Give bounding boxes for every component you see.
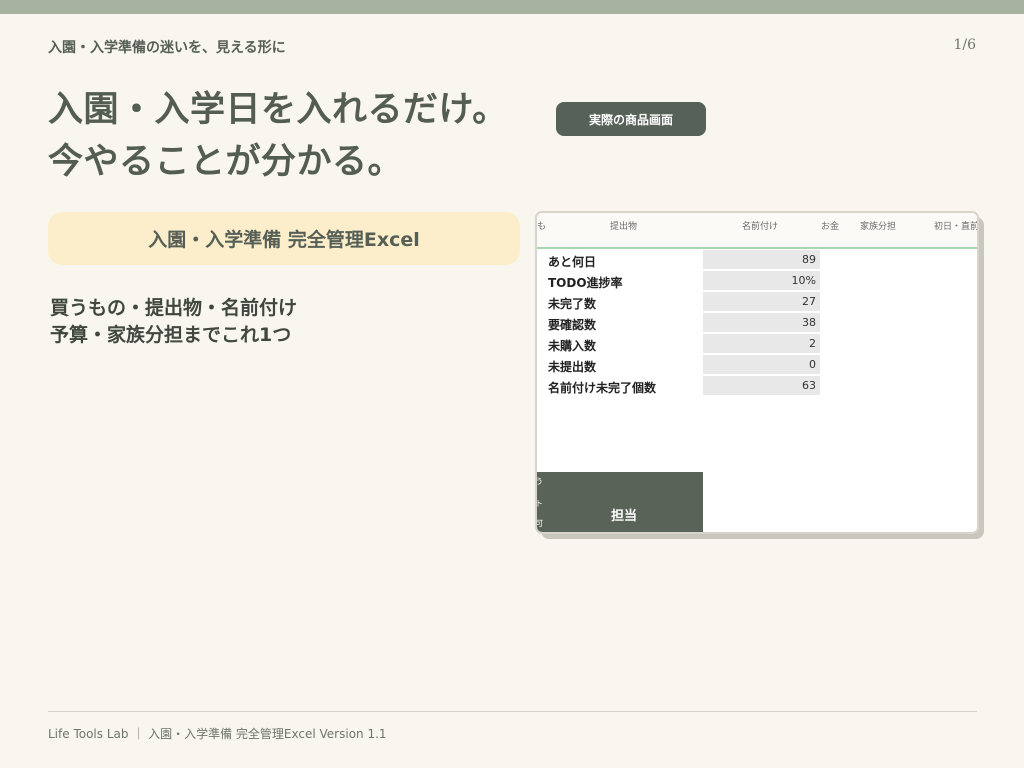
kpi-value: 89 [703,250,820,270]
side-char: う [535,477,543,486]
side-char: ト [535,499,543,508]
kpi-value: 63 [703,376,820,396]
sheet-column-header: 提出物 [610,222,638,232]
sheet-header-row: も 提出物 名前付け お金 家族分担 初日・直前 [537,213,977,249]
top-accent-band [0,0,1024,14]
kpi-label: 未提出数 [548,360,597,374]
sheet-column-header: お金 [821,222,840,232]
kpi-label: 名前付け未完了個数 [548,381,657,395]
side-strip: う ト 可 [537,472,545,532]
sheet-column-header: 家族分担 [860,222,897,232]
product-name-pill: 入園・入学準備 完全管理Excel [48,212,520,265]
kpi-value: 27 [703,292,820,312]
kpi-value: 38 [703,313,820,333]
assignee-label: 担当 [610,509,637,524]
assignee-header-cell: 担当 [545,472,703,532]
side-char: 可 [535,519,543,528]
kpi-label: TODO進捗率 [548,276,623,290]
description-line-1: 買うもの・提出物・名前付け [50,297,298,319]
sheet-column-header: 名前付け [742,222,779,232]
sheet-column-header: も [537,222,547,232]
kpi-label: あと何日 [548,255,597,269]
footer-text: Life Tools Lab ｜ 入園・入学準備 完全管理Excel Versi… [48,727,387,741]
actual-screen-badge: 実際の商品画面 [556,102,706,136]
footer-divider [48,711,977,712]
description: 買うもの・提出物・名前付け 予算・家族分担までこれ1つ [50,295,297,349]
headline-line-1: 入園・入学日を入れるだけ。 [48,90,508,130]
kpi-label: 未完了数 [548,297,597,311]
kpi-value: 10% [703,271,820,291]
kpi-value: 0 [703,355,820,375]
eyebrow-title: 入園・入学準備の迷いを、見える形に [48,40,286,56]
headline: 入園・入学日を入れるだけ。 今やることが分かる。 [48,84,508,188]
sheet-column-header: 初日・直前 [934,222,979,232]
page-indicator: 1/6 [953,37,976,53]
product-screenshot: も 提出物 名前付け お金 家族分担 初日・直前 あと何日 89 TODO進捗率… [535,211,979,534]
kpi-label: 未購入数 [548,339,597,353]
kpi-value: 2 [703,334,820,354]
headline-line-2: 今やることが分かる。 [48,142,404,182]
description-line-2: 予算・家族分担までこれ1つ [50,324,292,346]
kpi-label: 要確認数 [548,318,597,332]
